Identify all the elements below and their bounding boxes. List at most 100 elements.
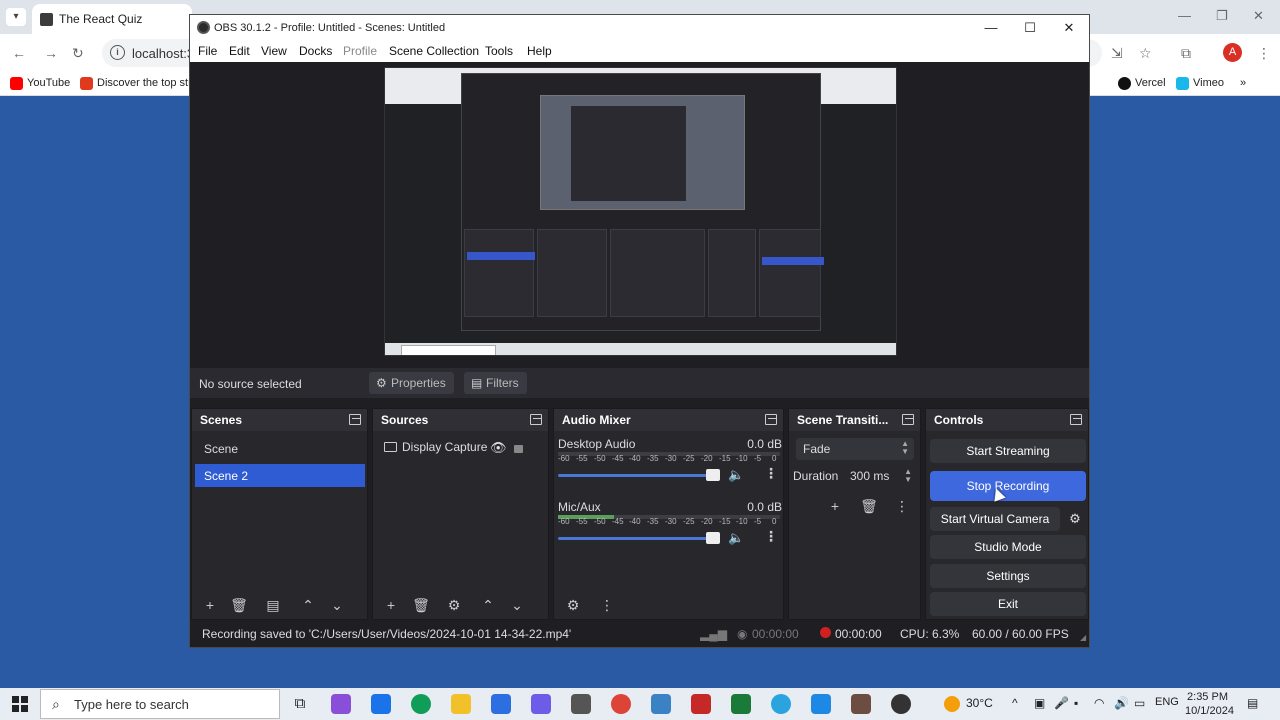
file-explorer-icon[interactable] bbox=[451, 694, 471, 714]
properties-button[interactable]: ⚙ Properties bbox=[369, 372, 454, 394]
scene-filters-icon[interactable]: ▤ bbox=[262, 595, 284, 615]
speaker-muted-icon[interactable]: 🔈 bbox=[728, 467, 744, 483]
resize-grip-icon[interactable]: ◢ bbox=[1080, 633, 1086, 642]
wifi-icon[interactable]: ◠ bbox=[1094, 696, 1104, 710]
weather-icon[interactable] bbox=[944, 696, 960, 712]
forward-icon[interactable]: → bbox=[44, 45, 58, 61]
undock-icon[interactable] bbox=[765, 414, 777, 425]
menu-profile[interactable]: Profile bbox=[343, 44, 377, 58]
notifications-icon[interactable]: ▤ bbox=[1247, 696, 1258, 710]
tray-chevron-icon[interactable]: ^ bbox=[1012, 696, 1018, 710]
transition-select[interactable]: Fade ▲ ▼ bbox=[796, 438, 914, 460]
menu-tools[interactable]: Tools bbox=[485, 44, 513, 58]
exit-button[interactable]: Exit bbox=[930, 592, 1086, 616]
microphone-icon[interactable]: 🎤 bbox=[1054, 696, 1069, 710]
mixer-menu-icon[interactable]: ⋮ bbox=[596, 595, 618, 615]
source-properties-icon[interactable]: ⚙ bbox=[443, 595, 465, 615]
undock-icon[interactable] bbox=[530, 414, 542, 425]
tab-search-button[interactable]: ▾ bbox=[6, 8, 26, 26]
lock-icon[interactable] bbox=[514, 445, 523, 453]
undock-icon[interactable] bbox=[902, 414, 914, 425]
chrome-icon[interactable] bbox=[611, 694, 631, 714]
menu-help[interactable]: Help bbox=[527, 44, 552, 58]
studio-mode-button[interactable]: Studio Mode bbox=[930, 535, 1086, 559]
reload-icon[interactable]: ↻ bbox=[72, 45, 84, 62]
minimize-icon[interactable]: — bbox=[976, 18, 1006, 38]
filters-button[interactable]: ▤ Filters bbox=[464, 372, 527, 394]
language-indicator[interactable]: ENG bbox=[1155, 696, 1179, 708]
speaker-muted-icon[interactable]: 🔈 bbox=[728, 530, 744, 546]
move-down-icon[interactable]: ⌄ bbox=[506, 595, 528, 615]
camera-icon[interactable]: ▪ bbox=[1074, 696, 1078, 710]
stop-recording-button[interactable]: Stop Recording bbox=[930, 471, 1086, 501]
channel-menu-icon[interactable]: ⋮ bbox=[764, 465, 778, 482]
app-icon[interactable] bbox=[691, 694, 711, 714]
bookmark-vimeo[interactable]: Vimeo bbox=[1176, 77, 1224, 90]
spin-arrows-icon[interactable]: ▲ ▼ bbox=[904, 468, 912, 484]
site-info-icon[interactable]: i bbox=[110, 45, 125, 60]
edge-icon[interactable] bbox=[411, 694, 431, 714]
back-icon[interactable]: ← bbox=[12, 45, 26, 61]
volume-slider-knob[interactable] bbox=[706, 469, 720, 481]
volume-icon[interactable]: 🔊 bbox=[1114, 696, 1129, 710]
close-icon[interactable]: ✕ bbox=[1253, 8, 1264, 24]
more-bookmarks-icon[interactable]: » bbox=[1240, 77, 1246, 89]
task-view-icon[interactable]: ⧉ bbox=[290, 694, 310, 714]
remove-transition-icon[interactable]: 🗑 bbox=[858, 496, 880, 516]
virtual-camera-settings-gear-icon[interactable]: ⚙ bbox=[1064, 507, 1086, 531]
menu-file[interactable]: File bbox=[198, 44, 217, 58]
add-scene-icon[interactable]: + bbox=[199, 595, 221, 615]
start-virtual-camera-button[interactable]: Start Virtual Camera bbox=[930, 507, 1060, 531]
remove-source-icon[interactable]: 🗑 bbox=[410, 595, 432, 615]
visibility-eye-icon[interactable]: 👁 bbox=[490, 440, 507, 456]
bookmark-star-icon[interactable]: ☆ bbox=[1139, 45, 1152, 62]
volume-slider-knob[interactable] bbox=[706, 532, 720, 544]
menu-icon[interactable]: ⋮ bbox=[1257, 45, 1271, 62]
channel-menu-icon[interactable]: ⋮ bbox=[764, 528, 778, 545]
scene-item-scene[interactable]: Scene bbox=[195, 437, 365, 460]
advanced-audio-icon[interactable]: ⚙ bbox=[562, 595, 584, 615]
extensions-icon[interactable]: ⧉ bbox=[1181, 45, 1191, 62]
telegram-icon[interactable] bbox=[771, 694, 791, 714]
battery-icon[interactable]: ▭ bbox=[1134, 696, 1145, 710]
copilot-icon[interactable] bbox=[331, 694, 351, 714]
todo-icon[interactable] bbox=[491, 694, 511, 714]
mail-icon[interactable] bbox=[371, 694, 391, 714]
store-icon[interactable] bbox=[571, 694, 591, 714]
add-transition-icon[interactable]: + bbox=[824, 496, 846, 516]
menu-docks[interactable]: Docks bbox=[299, 44, 332, 58]
maximize-icon[interactable]: ❐ bbox=[1216, 8, 1228, 24]
volume-slider[interactable] bbox=[558, 474, 708, 477]
menu-scene-collection[interactable]: Scene Collection bbox=[389, 44, 479, 58]
transition-menu-icon[interactable]: ⋮ bbox=[891, 496, 913, 516]
minimize-icon[interactable]: — bbox=[1178, 8, 1191, 23]
volume-slider[interactable] bbox=[558, 537, 708, 540]
obs-taskbar-icon[interactable] bbox=[891, 694, 911, 714]
browser-tab[interactable]: The React Quiz bbox=[32, 4, 192, 34]
undock-icon[interactable] bbox=[349, 414, 361, 425]
app-icon[interactable] bbox=[531, 694, 551, 714]
profile-avatar[interactable]: A bbox=[1223, 43, 1242, 62]
scene-item-scene-2[interactable]: Scene 2 bbox=[195, 464, 365, 487]
remove-scene-icon[interactable]: 🗑 bbox=[228, 595, 250, 615]
move-up-icon[interactable]: ⌃ bbox=[297, 595, 319, 615]
weather-temp[interactable]: 30°C bbox=[966, 696, 993, 710]
app-icon[interactable] bbox=[651, 694, 671, 714]
start-streaming-button[interactable]: Start Streaming bbox=[930, 439, 1086, 463]
bookmark-vercel[interactable]: Vercel bbox=[1118, 77, 1166, 90]
taskbar-clock[interactable]: 2:35 PM 10/1/2024 bbox=[1185, 690, 1234, 718]
add-source-icon[interactable]: + bbox=[380, 595, 402, 615]
settings-button[interactable]: Settings bbox=[930, 564, 1086, 588]
source-item-display-capture[interactable]: Display Capture bbox=[381, 440, 487, 454]
vscode-icon[interactable] bbox=[811, 694, 831, 714]
bookmark-discover[interactable]: Discover the top str... bbox=[80, 77, 200, 90]
program-preview[interactable] bbox=[384, 67, 897, 356]
app-icon[interactable] bbox=[731, 694, 751, 714]
move-down-icon[interactable]: ⌄ bbox=[326, 595, 348, 615]
maximize-icon[interactable]: ☐ bbox=[1015, 18, 1045, 38]
app-icon[interactable] bbox=[851, 694, 871, 714]
move-up-icon[interactable]: ⌃ bbox=[477, 595, 499, 615]
duration-spinbox[interactable]: 300 ms ▲ ▼ bbox=[847, 465, 914, 487]
windows-start-icon[interactable] bbox=[12, 696, 28, 712]
menu-edit[interactable]: Edit bbox=[229, 44, 250, 58]
